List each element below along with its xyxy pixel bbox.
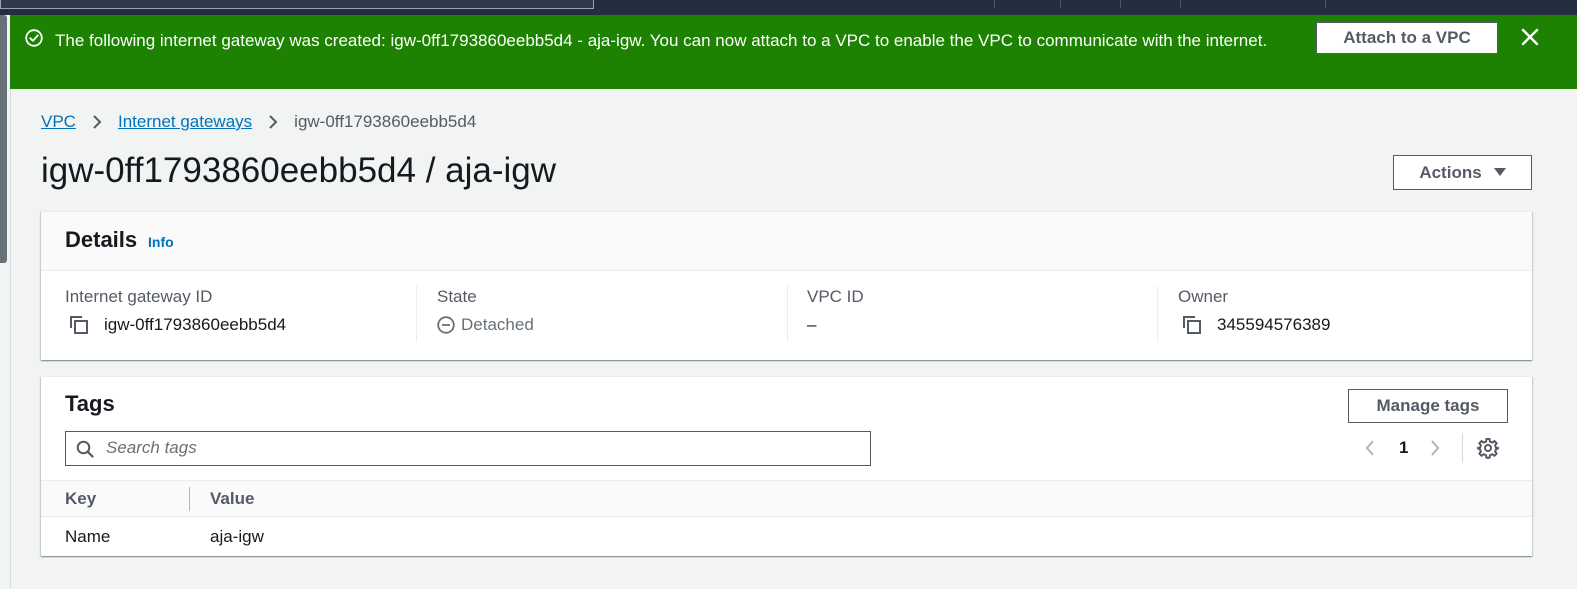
- detail-value: 345594576389: [1178, 314, 1518, 336]
- column-header-value[interactable]: Value: [210, 489, 254, 509]
- detail-value: –: [807, 314, 1147, 336]
- close-icon[interactable]: [1520, 27, 1540, 47]
- flash-message: The following internet gateway was creat…: [55, 31, 1268, 50]
- details-panel: Details Info Internet gateway ID igw-0ff…: [41, 211, 1532, 360]
- column-divider: [1157, 286, 1158, 342]
- page-title: igw-0ff1793860eebb5d4 / aja-igw: [41, 151, 557, 190]
- copy-icon[interactable]: [69, 315, 89, 335]
- pager-divider: [1462, 433, 1464, 463]
- pagination: 1: [1363, 433, 1500, 463]
- main-content: VPC Internet gateways igw-0ff1793860eebb…: [10, 89, 1561, 589]
- column-divider: [787, 286, 788, 342]
- detail-owner: Owner 345594576389: [1178, 286, 1518, 342]
- internet-gateway-id-value: igw-0ff1793860eebb5d4: [104, 315, 287, 334]
- page-number[interactable]: 1: [1399, 438, 1408, 458]
- top-bar-divider: [1325, 0, 1326, 8]
- vpc-id-value: –: [807, 315, 817, 334]
- actions-label: Actions: [1419, 162, 1482, 182]
- gear-icon[interactable]: [1477, 437, 1500, 459]
- details-header: Details Info: [41, 212, 1532, 271]
- state-value: Detached: [461, 315, 534, 334]
- success-flash-banner: The following internet gateway was creat…: [10, 15, 1577, 89]
- caret-down-icon: [1493, 168, 1506, 176]
- tag-key-cell: Name: [65, 527, 111, 546]
- detail-state: State Detached: [437, 286, 777, 342]
- copy-icon[interactable]: [1182, 315, 1202, 335]
- browser-top-bar: [0, 0, 1577, 15]
- top-bar-divider: [994, 0, 995, 8]
- detail-internet-gateway-id: Internet gateway ID igw-0ff1793860eebb5d…: [65, 286, 405, 342]
- tags-heading: Tags: [65, 391, 115, 416]
- breadcrumb-link-internet-gateways[interactable]: Internet gateways: [118, 112, 252, 132]
- breadcrumb-current: igw-0ff1793860eebb5d4: [294, 112, 477, 131]
- column-divider: [416, 286, 417, 342]
- top-bar-divider: [1180, 0, 1181, 8]
- details-info-link[interactable]: Info: [148, 234, 174, 250]
- breadcrumb: VPC Internet gateways igw-0ff1793860eebb…: [41, 110, 476, 134]
- chevron-right-icon: [93, 115, 102, 129]
- tag-value-cell: aja-igw: [210, 527, 264, 546]
- tags-table-header: Key Value: [41, 480, 1532, 517]
- manage-tags-button[interactable]: Manage tags: [1348, 389, 1508, 423]
- detail-value: igw-0ff1793860eebb5d4: [65, 314, 405, 336]
- column-resizer[interactable]: [189, 487, 190, 511]
- table-row: Name aja-igw: [41, 517, 1532, 556]
- top-bar-divider: [1120, 0, 1121, 8]
- details-heading: Details: [65, 227, 138, 252]
- search-tags-input[interactable]: [106, 434, 856, 462]
- chevron-right-icon: [269, 115, 278, 129]
- check-circle-icon: [25, 29, 43, 47]
- detail-label: Owner: [1178, 287, 1229, 306]
- search-icon: [76, 440, 94, 458]
- detail-label: State: [437, 287, 477, 306]
- stopped-icon: [437, 316, 455, 334]
- detail-label: VPC ID: [807, 287, 864, 306]
- top-bar-divider: [1060, 0, 1061, 8]
- detail-vpc-id: VPC ID –: [807, 286, 1147, 342]
- navigation-drawer-handle[interactable]: [0, 15, 7, 263]
- detail-label: Internet gateway ID: [65, 287, 213, 306]
- detail-value: Detached: [437, 314, 777, 336]
- search-tags-field[interactable]: [65, 431, 871, 466]
- actions-dropdown-button[interactable]: Actions: [1393, 155, 1532, 190]
- attach-to-vpc-button[interactable]: Attach to a VPC: [1316, 22, 1498, 54]
- column-header-key[interactable]: Key: [65, 489, 96, 509]
- owner-value: 345594576389: [1217, 315, 1331, 334]
- breadcrumb-link-vpc[interactable]: VPC: [41, 112, 76, 132]
- chevron-right-icon[interactable]: [1428, 438, 1442, 458]
- chevron-left-icon[interactable]: [1363, 438, 1377, 458]
- tags-panel: Tags Manage tags 1: [41, 376, 1532, 556]
- browser-tab[interactable]: [0, 0, 594, 9]
